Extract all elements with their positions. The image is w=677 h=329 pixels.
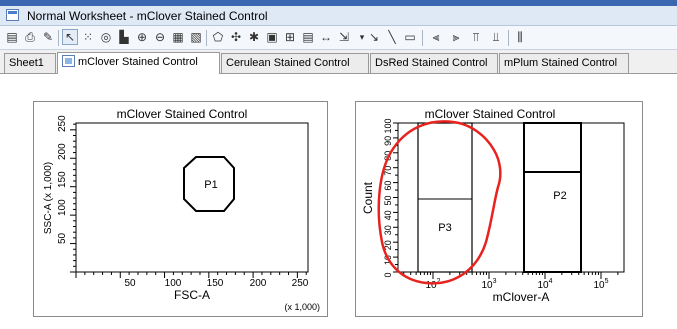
- x-axis-label: FSC-A: [174, 288, 210, 302]
- grid-gate-icon[interactable]: ▤: [300, 29, 316, 45]
- quadrant-gate-icon[interactable]: ⊞: [282, 29, 298, 45]
- toolbar-separator: [58, 30, 59, 46]
- tab-label: mClover Stained Control: [78, 56, 198, 68]
- tab-label: mPlum Stained Control: [504, 57, 618, 69]
- plot-area: [397, 122, 625, 273]
- y-axis-ticks: [70, 123, 76, 273]
- print-icon[interactable]: ⎙: [22, 29, 38, 45]
- histogram-svg: mClover Stained Control 102 103 104 105 …: [361, 107, 625, 304]
- y-tick-label: 60: [383, 181, 393, 191]
- tab-label: Cerulean Stained Control: [226, 57, 350, 69]
- y-tick-label: 250: [57, 115, 68, 132]
- stats-view-icon[interactable]: ▦: [170, 29, 186, 45]
- y-axis-label: SSC-A (x 1,000): [43, 162, 54, 234]
- contour-plot-icon[interactable]: ◎: [98, 29, 114, 45]
- toolbar-separator: [508, 30, 509, 46]
- gate-p2-label: P2: [553, 190, 566, 202]
- bisector-gate-icon[interactable]: ⇲: [336, 29, 352, 45]
- y-tick-label: 50: [57, 232, 68, 244]
- histogram-panel[interactable]: mClover Stained Control 102 103 104 105 …: [355, 101, 643, 317]
- x-axis-ticks: [75, 272, 307, 278]
- interval-gate-icon[interactable]: ↔: [318, 29, 334, 45]
- tab-label: DsRed Stained Control: [375, 57, 488, 69]
- worksheet-canvas[interactable]: mClover Stained Control 50 100 150 200 2…: [0, 74, 677, 329]
- gate-p1-label: P1: [204, 179, 217, 191]
- y-tick-label: 90: [383, 136, 393, 146]
- y-tick-label: 100: [57, 199, 68, 216]
- title-bar: Normal Worksheet - mClover Stained Contr…: [0, 6, 677, 26]
- x-tick-label: 250: [292, 278, 309, 289]
- save-icon[interactable]: ▤: [4, 29, 20, 45]
- polygon-gate-icon[interactable]: ⬠: [210, 29, 226, 45]
- window-title: Normal Worksheet - mClover Stained Contr…: [27, 9, 268, 23]
- x-tick-label: 50: [124, 278, 136, 289]
- dot-plot-icon[interactable]: ⁙: [80, 29, 96, 45]
- zoom-out-icon[interactable]: ⊖: [152, 29, 168, 45]
- align-top-icon[interactable]: ⫪: [468, 29, 484, 45]
- toolbar: ▤ ⎙ ✎ ↖ ⁙ ◎ ▙ ⊕ ⊖ ▦ ▧ ⬠ ✣ ✱ ▣ ⊞ ▤ ↔ ⇲ ▾ …: [0, 26, 677, 50]
- worksheet-tab-icon: [62, 55, 75, 67]
- tab-dsred-stained-control[interactable]: DsRed Stained Control: [370, 53, 498, 73]
- x-axis-unit: (x 1,000): [284, 302, 320, 312]
- gate-p3-rect[interactable]: [417, 122, 473, 273]
- worksheet-app-icon: [6, 9, 19, 21]
- y-tick-label: 200: [57, 143, 68, 160]
- toolbar-separator: [422, 30, 423, 46]
- tab-label: Sheet1: [9, 57, 44, 69]
- y-tick-label: 150: [57, 171, 68, 188]
- x-tick-label: 200: [250, 278, 267, 289]
- toolbar-separator: [206, 30, 207, 46]
- worksheet-tabs: Sheet1 mClover Stained Control Cerulean …: [0, 50, 677, 74]
- histogram-icon[interactable]: ▙: [116, 29, 132, 45]
- zoom-in-icon[interactable]: ⊕: [134, 29, 150, 45]
- tab-mplum-stained-control[interactable]: mPlum Stained Control: [499, 53, 629, 73]
- auto-gate-icon[interactable]: ✱: [246, 29, 262, 45]
- text-box-icon[interactable]: ▭: [402, 29, 418, 45]
- dot-plot-panel[interactable]: mClover Stained Control 50 100 150 200 2…: [33, 101, 328, 317]
- dot-plot-svg: mClover Stained Control 50 100 150 200 2…: [43, 107, 320, 312]
- align-left-icon[interactable]: ⫷: [428, 29, 444, 45]
- pdf-icon[interactable]: ✎: [40, 29, 56, 45]
- plot-area: [75, 122, 309, 273]
- tab-mclover-stained-control[interactable]: mClover Stained Control: [57, 52, 220, 74]
- rectangle-gate-icon[interactable]: ▣: [264, 29, 280, 45]
- plot-title: mClover Stained Control: [117, 107, 248, 121]
- y-tick-label: 50: [383, 195, 393, 205]
- align-right-icon[interactable]: ⫸: [448, 29, 464, 45]
- y-tick-label: 0: [383, 272, 393, 277]
- y-tick-label: 100: [383, 118, 393, 133]
- tab-sheet1[interactable]: Sheet1: [4, 53, 56, 73]
- arrow-line-icon[interactable]: ↘: [366, 29, 382, 45]
- x-tick-label: 105: [593, 278, 608, 291]
- gate-p3-label: P3: [438, 222, 451, 234]
- tab-cerulean-stained-control[interactable]: Cerulean Stained Control: [221, 53, 369, 73]
- y-tick-label: 30: [383, 225, 393, 235]
- pointer-icon[interactable]: ↖: [62, 29, 78, 45]
- snap-to-gate-icon[interactable]: ✣: [228, 29, 244, 45]
- align-bottom-icon[interactable]: ⫫: [488, 29, 504, 45]
- plot-title: mClover Stained Control: [425, 107, 556, 121]
- population-hierarchy-icon[interactable]: ▧: [188, 29, 204, 45]
- line-icon[interactable]: ╲: [384, 29, 400, 45]
- x-axis-label: mClover-A: [493, 290, 550, 304]
- distribute-icon[interactable]: ⫼: [512, 29, 528, 45]
- y-tick-label: 40: [383, 210, 393, 220]
- y-axis-label: Count: [361, 181, 375, 214]
